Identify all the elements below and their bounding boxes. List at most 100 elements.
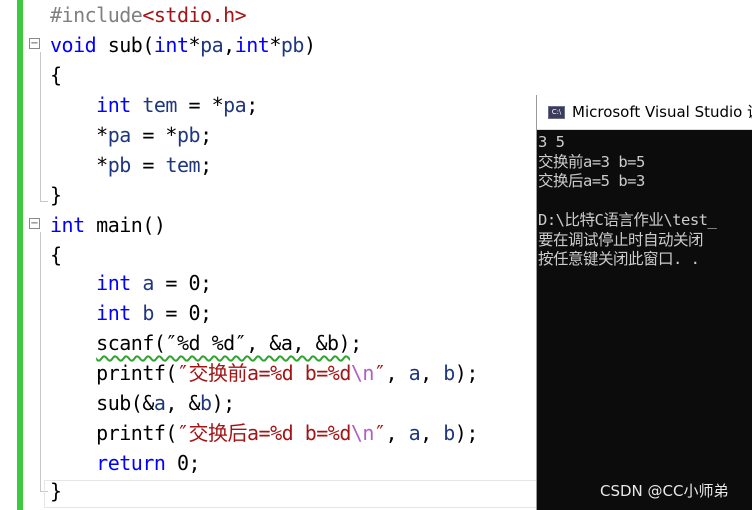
code-token: = * [130,123,177,147]
code-line[interactable]: void sub(int*pa,int*pb) [50,30,316,60]
code-token: pa [107,123,132,147]
code-line[interactable]: } [50,476,62,506]
code-token: ) [303,33,316,57]
collapse-icon[interactable]: − [29,38,40,49]
code-token: <stdio.h> [142,3,247,27]
code-token: pb [107,153,132,177]
code-line[interactable]: int main() [50,210,166,240]
code-token: ″ [373,361,386,385]
code-token: int [153,33,189,57]
code-token: printf( [50,421,177,445]
code-token: ; [200,153,212,177]
console-line: 按任意键关闭此窗口. . [538,250,700,268]
code-token: , [223,33,235,57]
code-line[interactable]: printf(″交换后a=%d b=%d\n″, a, b); [50,418,478,448]
code-token: ″ [373,421,386,445]
code-line[interactable]: *pa = *pb; [50,120,212,150]
code-token: ″交换后a=%d b=%d [176,421,351,445]
code-token: a [408,421,421,445]
console-titlebar[interactable]: C:\ Microsoft Visual Studio 调 [537,95,752,130]
code-token: = 0; [153,271,212,295]
code-token: ); [211,391,236,415]
code-token: = * [176,93,224,117]
code-token: int [96,271,131,295]
code-token: * [50,123,108,147]
code-token: { [50,243,62,267]
watermark: CSDN @CC小师弟 [600,482,729,500]
code-token: printf( [50,361,177,385]
code-token: , [385,361,409,385]
current-line-highlight [44,480,544,508]
code-token: 0; [165,451,201,475]
code-token: void [50,33,97,57]
code-token: \n [350,361,375,385]
code-line[interactable]: scanf(″%d %d″, &a, &b); [50,328,362,358]
code-token: a [142,271,154,295]
console-title: Microsoft Visual Studio 调 [572,103,752,121]
code-line[interactable]: return 0; [50,448,200,478]
code-token: sub(& [50,391,154,415]
code-token: pb [280,33,305,57]
code-token: a [153,391,166,415]
code-token: b [443,361,455,385]
code-line[interactable]: *pb = tem; [50,150,212,180]
code-line[interactable]: int a = 0; [50,268,212,298]
code-token: pa [223,93,247,117]
code-token: b [443,421,455,445]
code-token: ; [246,93,258,117]
code-token: b [200,391,212,415]
code-token: main() [84,213,166,237]
code-line[interactable]: { [50,240,62,270]
code-token: pa [200,33,224,57]
code-token: sub( [96,33,155,57]
code-token: tem [142,93,177,117]
code-token: = [130,153,166,177]
code-token: } [50,183,62,207]
code-token: return [96,451,166,475]
console-line: 交换前a=3 b=5 [538,152,645,171]
code-token: ; [350,331,362,355]
code-line[interactable]: sub(&a, &b); [50,388,235,418]
code-token: * [50,153,108,177]
code-token: ; [200,123,212,147]
code-token: b [142,301,154,325]
code-token: , [420,361,444,385]
console-app-icon: C:\ [548,106,565,119]
code-token: , [385,421,409,445]
code-token: int [96,93,131,117]
console-window[interactable]: C:\ Microsoft Visual Studio 调 3 5 交换前a=3 … [536,95,752,510]
code-token: ″交换前a=%d b=%d [176,361,351,385]
code-token: = 0; [153,301,212,325]
code-token: #include [50,3,143,27]
code-token: ); [454,361,479,385]
code-line[interactable]: #include<stdio.h> [50,0,247,30]
code-token: } [50,479,62,503]
code-line[interactable]: { [50,60,62,90]
code-token: { [50,63,62,87]
fold-guide-main [40,232,41,492]
code-token: * [269,33,281,57]
console-output: 3 5 交换前a=3 b=5 交换后a=5 b=3 D:\比特C语言作业\test_ 要… [538,133,717,270]
collapse-icon[interactable]: − [29,218,40,229]
console-line: 3 5 [538,133,565,151]
code-line[interactable]: } [50,180,62,210]
console-line: 要在调试停止时自动关闭 [538,230,704,249]
code-line[interactable]: int tem = *pa; [50,90,258,120]
code-token: a [408,361,421,385]
code-line[interactable]: int b = 0; [50,298,212,328]
code-token: pb [176,123,201,147]
code-token: int [50,213,85,237]
code-token: scanf(″%d %d″, &a, &b) [96,331,351,355]
code-line[interactable]: printf(″交换前a=%d b=%d\n″, a, b); [50,358,478,388]
fold-guide-end [40,201,48,202]
code-token: tem [165,153,201,177]
code-token: , & [165,391,201,415]
